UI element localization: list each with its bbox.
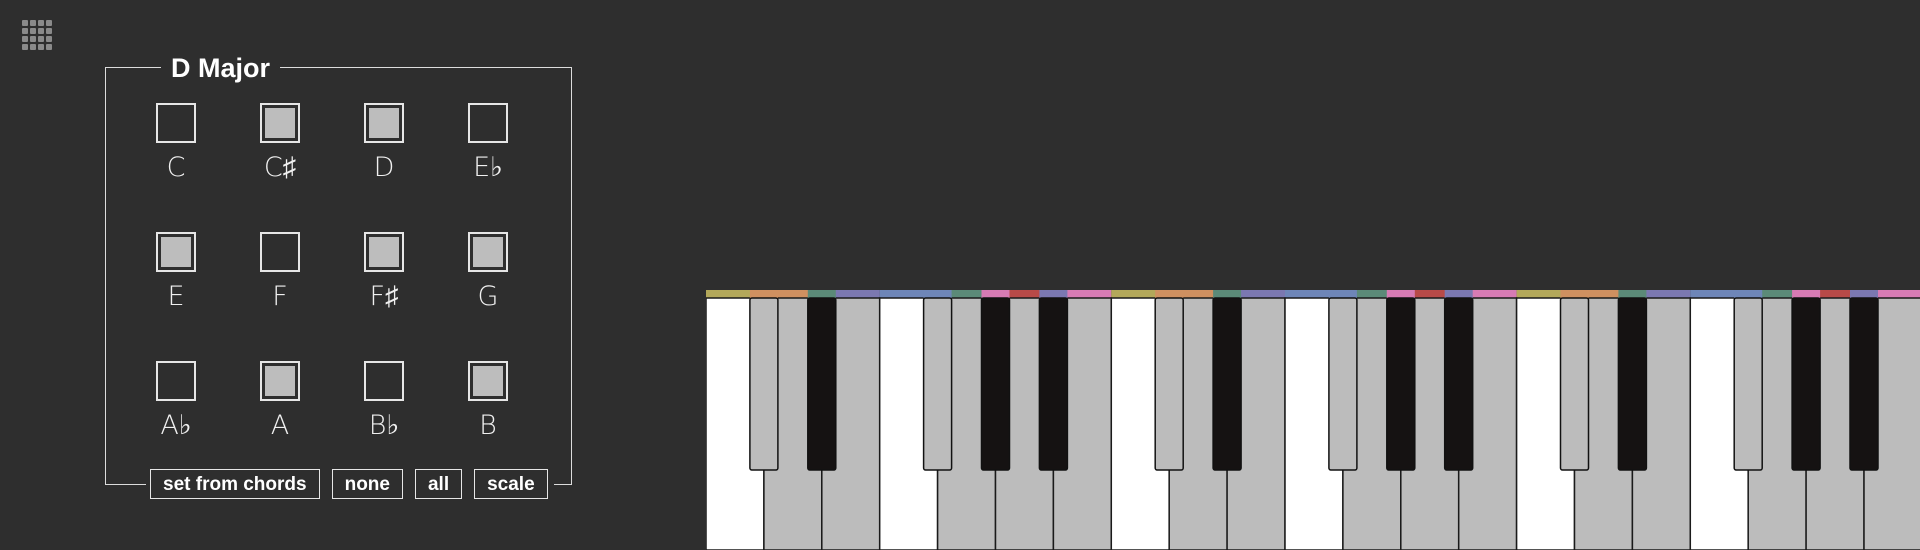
note-label: A (270, 410, 290, 441)
scale-button[interactable]: scale (474, 469, 548, 499)
black-key[interactable] (1443, 297, 1474, 471)
note-cell: B (458, 361, 518, 461)
set-from-chords-button[interactable]: set from chords (150, 469, 320, 499)
black-key[interactable] (922, 297, 953, 471)
black-key[interactable] (1212, 297, 1242, 471)
note-checkbox[interactable] (156, 232, 196, 272)
note-label: D (373, 152, 395, 183)
black-key[interactable] (1733, 297, 1763, 471)
black-key-color-strip[interactable] (1328, 290, 1357, 298)
note-checkbox[interactable] (468, 361, 508, 401)
black-key-color-strip[interactable] (1444, 290, 1473, 298)
note-label: G (477, 281, 499, 312)
note-checkbox[interactable] (156, 103, 196, 143)
note-checkbox[interactable] (260, 232, 300, 272)
black-key-color-strip[interactable] (1850, 290, 1878, 298)
black-key-color-strip[interactable] (1560, 290, 1589, 298)
note-cell: E♭ (458, 103, 518, 203)
note-label: F♯ (369, 281, 399, 312)
note-checkbox[interactable] (156, 361, 196, 401)
black-key-color-strip[interactable] (1792, 290, 1821, 298)
note-label: E♭ (473, 152, 503, 183)
note-checkbox[interactable] (364, 232, 404, 272)
black-key[interactable] (1154, 297, 1184, 471)
black-key[interactable] (1559, 297, 1590, 471)
note-label: B♭ (368, 410, 400, 441)
note-cell: A (250, 361, 310, 461)
black-key-color-strip[interactable] (1213, 290, 1242, 298)
black-key[interactable] (1386, 297, 1416, 471)
black-key[interactable] (1328, 297, 1358, 471)
black-key-color-strip[interactable] (1039, 290, 1068, 298)
note-checkbox[interactable] (364, 361, 404, 401)
grid-menu-icon[interactable] (22, 20, 54, 52)
scale-panel: D Major C C♯ D E♭ E F F♯ G A♭ A B♭ B set from chord… (105, 48, 572, 499)
scale-title: D Major (161, 48, 281, 88)
note-cell: D (354, 103, 414, 203)
piano-keyboard-svg[interactable] (706, 290, 1920, 550)
all-button[interactable]: all (414, 469, 463, 499)
black-key[interactable] (980, 297, 1011, 471)
note-cell: A♭ (146, 361, 206, 461)
note-checkbox[interactable] (260, 103, 300, 143)
black-key[interactable] (749, 297, 779, 471)
note-cell: E (146, 232, 206, 332)
black-key-color-strip[interactable] (1155, 290, 1184, 298)
note-checkbox[interactable] (364, 103, 404, 143)
black-key[interactable] (1849, 297, 1879, 471)
black-key-color-strip[interactable] (1734, 290, 1763, 298)
none-button[interactable]: none (331, 469, 403, 499)
note-cell: C (146, 103, 206, 203)
note-checkbox[interactable] (260, 361, 300, 401)
note-label: C♯ (263, 152, 297, 183)
black-key-color-strip[interactable] (1618, 290, 1647, 298)
note-label: F (272, 281, 288, 312)
note-cell: B♭ (354, 361, 414, 461)
note-cell: F (250, 232, 310, 332)
note-cell: C♯ (250, 103, 310, 203)
note-checkbox[interactable] (468, 103, 508, 143)
note-label: E (167, 281, 185, 312)
note-label: A♭ (160, 410, 192, 441)
black-key-color-strip[interactable] (1386, 290, 1415, 298)
scale-button-group: set from chords none all scale (146, 469, 554, 499)
note-label: C (166, 152, 186, 183)
black-key-color-strip[interactable] (923, 290, 952, 298)
note-checkbox[interactable] (468, 232, 508, 272)
black-key[interactable] (1038, 297, 1069, 471)
black-key[interactable] (1617, 297, 1648, 471)
black-key-color-strip[interactable] (749, 290, 778, 298)
black-key[interactable] (1791, 297, 1821, 471)
black-key-color-strip[interactable] (807, 290, 836, 298)
black-key-color-strip[interactable] (981, 290, 1010, 298)
note-label: B (479, 410, 497, 441)
note-cell: F♯ (354, 232, 414, 332)
piano-keyboard[interactable] (706, 290, 1920, 550)
note-cell: G (458, 232, 518, 332)
black-key[interactable] (807, 297, 837, 471)
